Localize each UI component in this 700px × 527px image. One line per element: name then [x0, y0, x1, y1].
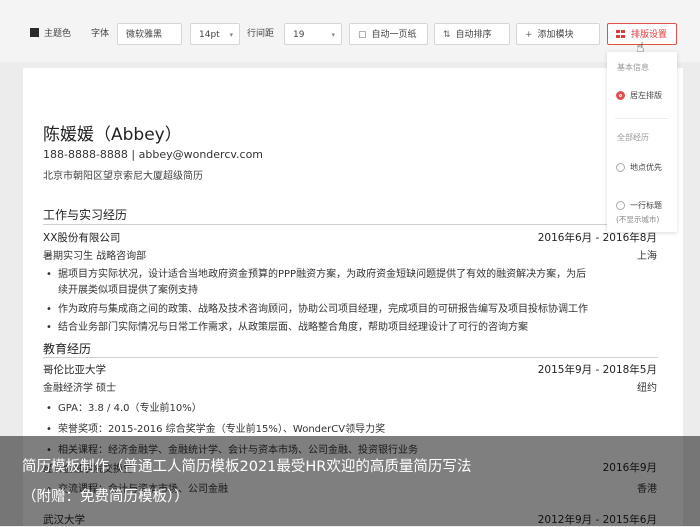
- not-show-city-note: (不显示城市): [616, 215, 660, 224]
- list-item[interactable]: • 据项目方实际状况，设计适合当地政府资金预算的PPP融资方案，为政府资金短缺问题…: [46, 265, 586, 280]
- basic-info-heading: 基本信息: [617, 63, 649, 72]
- work-section-title[interactable]: 工作与实习经历: [43, 206, 127, 223]
- list-item[interactable]: • GPA：3.8 / 4.0（专业前10%）: [46, 399, 202, 414]
- radio-checked-icon: [616, 91, 625, 100]
- add-module-label: 添加模块: [537, 30, 574, 40]
- edu-date[interactable]: 2015年9月 - 2018年5月: [538, 362, 657, 377]
- font-size-value: 14pt: [199, 30, 220, 40]
- panel-divider: [615, 118, 669, 119]
- work-date[interactable]: 2016年6月 - 2016年8月: [538, 230, 657, 245]
- edu-school[interactable]: 哥伦比亚大学: [43, 362, 106, 377]
- education-section-title[interactable]: 教育经历: [43, 340, 91, 357]
- color-swatch-icon: [30, 28, 39, 37]
- left-align-option[interactable]: 居左排版: [616, 90, 662, 101]
- radio-unchecked-icon: [616, 201, 625, 210]
- one-line-title-option[interactable]: 一行标题: [616, 200, 662, 211]
- chevron-down-icon: ▾: [229, 31, 233, 39]
- sort-icon: ⇅: [443, 30, 451, 40]
- caption-overlay: [0, 436, 700, 526]
- radio-unchecked-icon: [616, 163, 625, 172]
- work-role[interactable]: 暑期实习生 战略咨询部: [43, 247, 146, 262]
- layout-settings-panel: 基本信息 居左排版 全部经历 地点优先 一行标题 (不显示城市): [607, 52, 677, 232]
- font-select-value: 微软雅黑: [126, 30, 163, 40]
- theme-color-label: 主题色: [44, 29, 72, 39]
- list-item[interactable]: 续开展类似项目提供了案例支持: [46, 281, 198, 296]
- section-divider: [43, 357, 658, 358]
- auto-sort-label: 自动排序: [455, 30, 492, 40]
- page-icon: ▢: [358, 30, 367, 40]
- edu-city[interactable]: 纽约: [637, 379, 657, 394]
- list-item[interactable]: • 结合业务部门实际情况与日常工作需求，从政策层面、战略整合角度，帮助项目经理设计…: [46, 318, 528, 333]
- font-label: 字体: [91, 29, 110, 39]
- font-size-select[interactable]: 14pt ▾: [190, 23, 240, 45]
- work-company[interactable]: XX股份有限公司: [43, 230, 120, 245]
- hand-cursor-icon: ☝: [636, 40, 645, 56]
- line-spacing-select[interactable]: 19 ▾: [284, 23, 342, 45]
- toolbar: 主题色 字体 微软雅黑 14pt ▾ 行间距 19 ▾ ▢ 自动一页纸 ⇅ 自动排序…: [0, 0, 700, 62]
- caption-line-1: 简历模板制作（普通工人简历模板2021最受HR欢迎的高质量简历写法: [22, 459, 472, 475]
- location-first-option[interactable]: 地点优先: [616, 162, 662, 173]
- layout-settings-label: 排版设置: [631, 30, 668, 40]
- resume-address[interactable]: 北京市朝阳区望京索尼大厦超级简历: [43, 167, 203, 182]
- caption-line-2: （附赠：免费简历模板））: [22, 489, 189, 505]
- line-spacing-value: 19: [293, 30, 305, 40]
- plus-icon: +: [525, 30, 533, 40]
- chevron-down-icon: ▾: [331, 31, 335, 39]
- resume-contact[interactable]: 188-8888-8888 | abbey@wondercv.com: [43, 148, 263, 161]
- resume-name[interactable]: 陈媛媛（Abbey）: [43, 120, 182, 145]
- add-module-button[interactable]: + 添加模块: [516, 23, 600, 45]
- font-select[interactable]: 微软雅黑: [117, 23, 182, 45]
- all-experience-heading: 全部经历: [617, 133, 649, 142]
- work-city[interactable]: 上海: [637, 247, 657, 262]
- theme-color-button[interactable]: 主题色: [30, 23, 71, 45]
- edu-degree[interactable]: 金融经济学 硕士: [43, 379, 116, 394]
- section-divider: [43, 224, 658, 225]
- auto-one-page-label: 自动一页纸: [371, 30, 417, 40]
- auto-one-page-button[interactable]: ▢ 自动一页纸: [349, 23, 428, 45]
- line-spacing-label: 行间距: [247, 29, 275, 39]
- list-item[interactable]: • 荣誉奖项：2015-2016 综合奖学金（专业前15%）、WonderCV领导…: [46, 420, 385, 435]
- list-item[interactable]: • 作为政府与集成商之间的政策、战略及技术咨询顾问，协助公司项目经理，完成项目的可…: [46, 300, 588, 315]
- grid-icon: [616, 30, 625, 38]
- auto-sort-button[interactable]: ⇅ 自动排序: [434, 23, 510, 45]
